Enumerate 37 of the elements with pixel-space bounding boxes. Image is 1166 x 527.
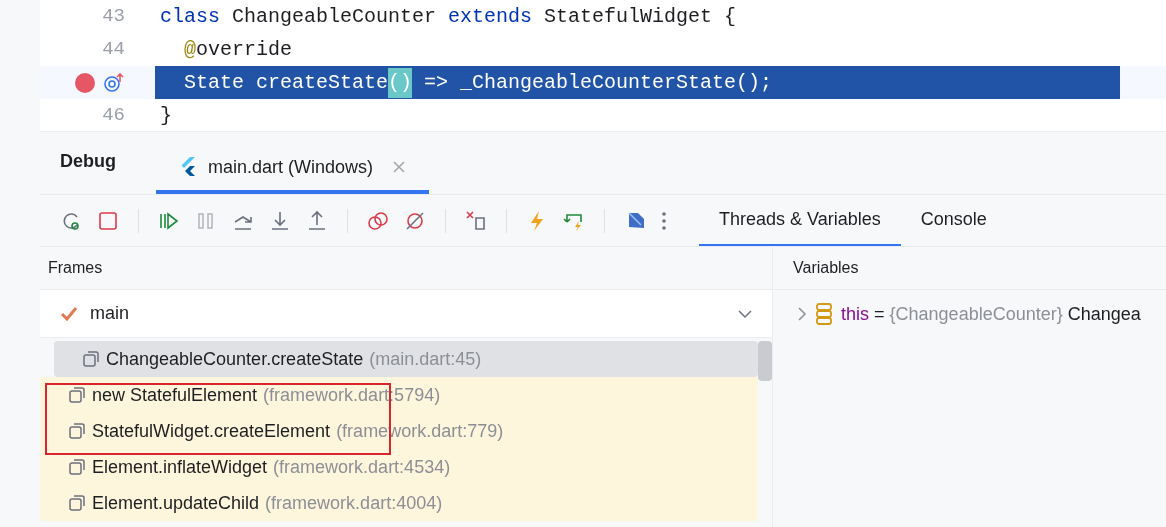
panel-title: Frames <box>48 258 103 278</box>
code-line: @override <box>183 36 294 63</box>
clear-icon[interactable] <box>465 209 487 232</box>
stack-frame[interactable]: Element.updateChild (framework.dart:4004) <box>40 485 758 521</box>
view-tab[interactable]: Console <box>900 195 1007 246</box>
stack-frame[interactable]: ChangeableCounter.createState (main.dart:45) <box>54 341 758 377</box>
chevron-down-icon <box>738 308 752 319</box>
line-number: 46 <box>102 103 125 129</box>
frame-icon <box>68 458 86 476</box>
thread-dropdown[interactable]: main <box>40 290 772 338</box>
frame-icon <box>68 386 86 404</box>
step-into-icon[interactable] <box>269 209 291 232</box>
checkmark-icon <box>60 305 78 322</box>
line-number: 44 <box>102 37 125 63</box>
flutter-logo-icon <box>180 157 196 177</box>
step-out-icon[interactable] <box>306 209 328 232</box>
code-line: class ChangeableCounter extends StatefulWidget { <box>159 3 738 30</box>
session-tab[interactable]: main.dart (Windows) <box>156 144 430 194</box>
variable-entry[interactable]: this = {ChangeableCounter} Changea <box>841 300 1141 328</box>
expand-chevron-icon[interactable] <box>797 307 807 321</box>
close-icon[interactable] <box>393 161 406 173</box>
panel-title: Debug <box>60 150 116 173</box>
frame-icon <box>68 422 86 440</box>
frame-icon <box>82 350 100 368</box>
frame-icon <box>68 494 86 512</box>
view-tab[interactable]: Threads & Variables <box>699 195 901 246</box>
panel-title: Variables <box>793 258 859 278</box>
line-number: 43 <box>102 4 125 30</box>
stop-icon[interactable] <box>97 209 119 232</box>
breakpoints-icon[interactable] <box>367 209 389 232</box>
code-line: } <box>159 102 173 129</box>
breakpoint-icon[interactable] <box>75 72 95 93</box>
stack-icon <box>815 303 833 325</box>
scrollbar[interactable] <box>758 341 772 381</box>
stack-frame[interactable]: Element.inflateWidget (framework.dart:4534) <box>40 449 758 485</box>
mute-breakpoints-icon[interactable] <box>404 209 426 232</box>
more-options-icon[interactable] <box>661 209 667 232</box>
